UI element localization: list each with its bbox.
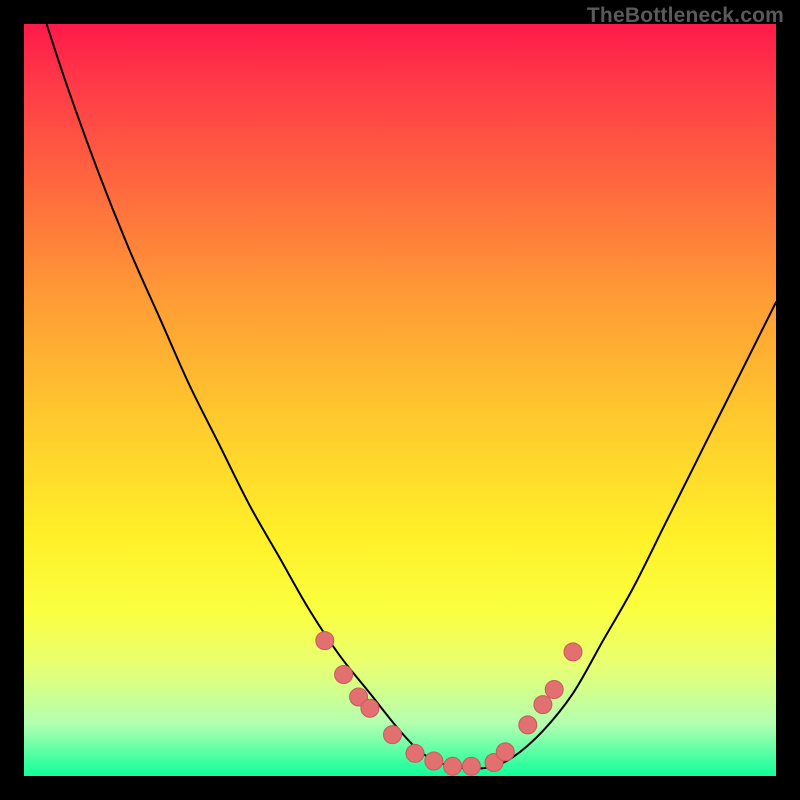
data-point-marker bbox=[316, 632, 334, 650]
data-point-marker bbox=[406, 744, 424, 762]
data-point-marker bbox=[444, 757, 462, 775]
data-point-marker bbox=[534, 696, 552, 714]
chart-plot-area bbox=[24, 24, 776, 776]
data-point-marker bbox=[462, 757, 480, 775]
data-point-marker bbox=[384, 726, 402, 744]
data-point-marker bbox=[545, 681, 563, 699]
data-point-marker bbox=[564, 643, 582, 661]
watermark-text: TheBottleneck.com bbox=[587, 4, 784, 28]
data-point-marker bbox=[335, 666, 353, 684]
marker-group bbox=[316, 632, 582, 776]
data-point-marker bbox=[519, 716, 537, 734]
chart-svg bbox=[24, 24, 776, 776]
curve-line bbox=[47, 24, 776, 769]
data-point-marker bbox=[361, 699, 379, 717]
data-point-marker bbox=[496, 743, 514, 761]
data-point-marker bbox=[425, 752, 443, 770]
